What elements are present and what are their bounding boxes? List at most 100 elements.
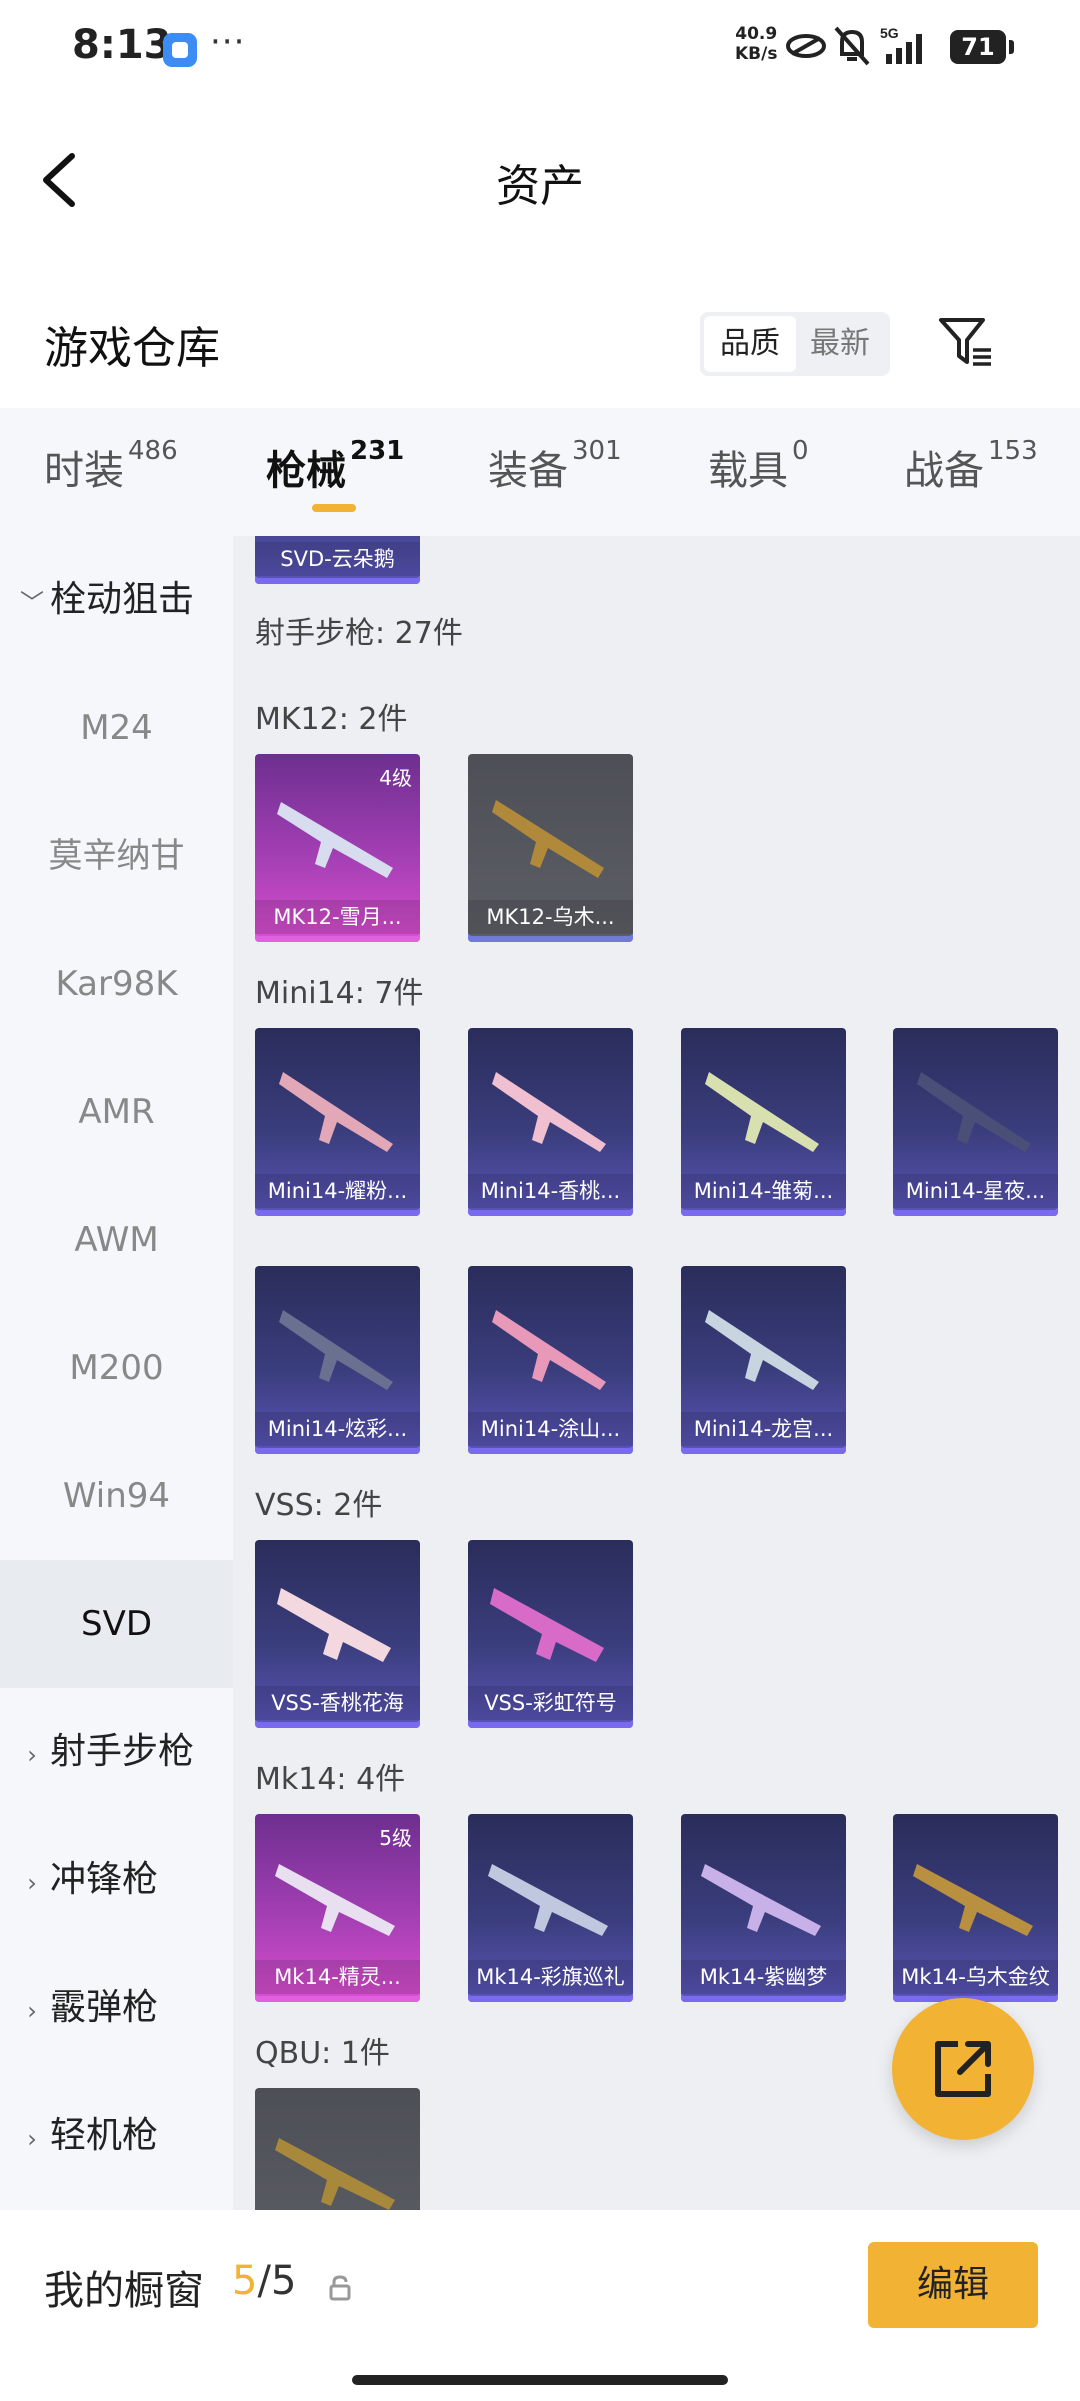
skin-card[interactable] xyxy=(255,2088,420,2210)
rifle-icon xyxy=(913,1864,1033,1936)
rifle-icon xyxy=(492,800,604,878)
skin-card[interactable]: Mk14-紫幽梦 xyxy=(681,1814,846,2002)
skin-card[interactable]: Mini14-龙宫... xyxy=(681,1266,846,1454)
skin-name: Mk14-彩旗巡礼 xyxy=(468,1960,633,1994)
sidebar-group-lmg[interactable]: › 轻机枪 xyxy=(0,2072,233,2200)
active-tab-indicator xyxy=(312,504,356,512)
skin-name: Mini14-涂山... xyxy=(468,1412,633,1446)
sidebar-item-amr[interactable]: AMR xyxy=(0,1048,233,1176)
battery-icon: 71 xyxy=(950,30,1014,64)
tab-label: 枪械 xyxy=(266,448,346,494)
sidebar-item-win94[interactable]: Win94 xyxy=(0,1432,233,1560)
rifle-icon xyxy=(277,802,393,878)
rifle-icon xyxy=(277,1588,391,1662)
sidebar-item-awm[interactable]: AWM xyxy=(0,1176,233,1304)
sidebar-item-mosin[interactable]: 莫辛纳甘 xyxy=(0,792,233,920)
tab-count: 153 xyxy=(988,436,1038,466)
network-speed-unit: KB/s xyxy=(735,44,778,64)
link-icon xyxy=(786,34,826,58)
skin-card[interactable]: Mini14-星夜... xyxy=(893,1028,1058,1216)
showcase-count-max: 5 xyxy=(270,2258,297,2304)
sidebar-group-dmr[interactable]: › 射手步枪 xyxy=(0,1688,233,1816)
rifle-icon xyxy=(705,1072,819,1152)
skin-name: VSS-香桃花海 xyxy=(255,1686,420,1720)
rifle-icon xyxy=(917,1072,1031,1152)
skin-name: MK12-雪月... xyxy=(255,900,420,934)
showcase-count: 5/5 xyxy=(232,2258,296,2304)
category-tabs: 时装 486 枪械 231 装备 301 载具 0 战备 153 xyxy=(0,408,1080,536)
sidebar-item-m200[interactable]: M200 xyxy=(0,1304,233,1432)
skin-card[interactable]: 4级 MK12-雪月... xyxy=(255,754,420,942)
skin-card[interactable]: VSS-香桃花海 xyxy=(255,1540,420,1728)
skin-card[interactable]: Mini14-雏菊... xyxy=(681,1028,846,1216)
edit-button[interactable]: 编辑 xyxy=(868,2242,1038,2328)
skin-card[interactable]: SVD-云朵鹅 xyxy=(255,536,420,584)
sidebar-item-m24[interactable]: M24 xyxy=(0,664,233,792)
filter-icon[interactable] xyxy=(935,312,995,372)
sidebar-group-label: 轻机枪 xyxy=(50,2115,159,2156)
sort-quality-button[interactable]: 品质 xyxy=(704,316,796,372)
showcase-count-current: 5 xyxy=(232,2258,258,2304)
rifle-icon xyxy=(488,1864,608,1936)
skin-card[interactable]: Mini14-耀粉... xyxy=(255,1028,420,1216)
skin-card[interactable]: Mini14-涂山... xyxy=(468,1266,633,1454)
sidebar-group-label: 冲锋枪 xyxy=(50,1859,159,1900)
skin-name: Mini14-龙宫... xyxy=(681,1412,846,1446)
skin-name: Mk14-紫幽梦 xyxy=(681,1960,846,1994)
skin-card[interactable]: MK12-乌木... xyxy=(468,754,633,942)
mute-bell-icon xyxy=(834,26,870,66)
skin-card[interactable]: Mk14-乌木金纹 xyxy=(893,1814,1058,2002)
showcase-label: 我的橱窗 xyxy=(44,2268,204,2314)
sort-newest-button[interactable]: 最新 xyxy=(794,316,886,372)
skin-name: Mini14-炫彩... xyxy=(255,1412,420,1446)
chevron-right-icon: › xyxy=(27,1741,37,1769)
chevron-right-icon: › xyxy=(27,1997,37,2025)
tab-count: 301 xyxy=(572,436,622,466)
skin-name: Mini14-香桃... xyxy=(468,1174,633,1208)
tab-vehicles[interactable]: 载具 0 xyxy=(708,436,809,496)
sidebar-group-label: 栓动狙击 xyxy=(50,579,195,620)
sidebar-item-svd[interactable]: SVD xyxy=(0,1560,233,1688)
sidebar-item-kar98k[interactable]: Kar98K xyxy=(0,920,233,1048)
skin-card[interactable]: Mini14-炫彩... xyxy=(255,1266,420,1454)
tab-equipment[interactable]: 装备 301 xyxy=(488,436,622,496)
subcategory-header: MK12: 2件 xyxy=(255,702,408,737)
subcategory-header: QBU: 1件 xyxy=(255,2036,390,2071)
tab-count: 0 xyxy=(792,436,809,466)
rifle-icon xyxy=(705,1310,819,1390)
network-speed: 40.9 KB/s xyxy=(735,24,777,64)
tab-label: 装备 xyxy=(488,448,568,494)
tab-count: 231 xyxy=(350,436,405,466)
tab-label: 战备 xyxy=(904,448,984,494)
signal-5g-icon: 5G xyxy=(880,25,922,64)
tab-guns[interactable]: 枪械 231 xyxy=(266,436,405,496)
skin-card[interactable]: 5级 Mk14-精灵... xyxy=(255,1814,420,2002)
tab-battle-gear[interactable]: 战备 153 xyxy=(904,436,1038,496)
subcategory-header: Mk14: 4件 xyxy=(255,1762,406,1797)
tab-label: 时装 xyxy=(44,448,124,494)
subcategory-header: Mini14: 7件 xyxy=(255,976,424,1011)
sidebar-group-label: 射手步枪 xyxy=(50,1731,195,1772)
subcategory-header: VSS: 2件 xyxy=(255,1488,383,1523)
skin-card[interactable]: Mini14-香桃... xyxy=(468,1028,633,1216)
sidebar-group-bolt-sniper[interactable]: ﹀ 栓动狙击 xyxy=(0,536,233,664)
skin-card[interactable]: Mk14-彩旗巡礼 xyxy=(468,1814,633,2002)
skin-name: Mk14-乌木金纹 xyxy=(893,1960,1058,1994)
item-grid: SVD-云朵鹅 射手步枪: 27件 MK12: 2件 4级 MK12-雪月...… xyxy=(233,536,1080,2210)
rifle-icon xyxy=(275,2138,395,2210)
home-indicator[interactable] xyxy=(352,2375,728,2385)
skin-name: VSS-彩虹符号 xyxy=(468,1686,633,1720)
rifle-icon xyxy=(275,1864,395,1936)
skin-card[interactable]: VSS-彩虹符号 xyxy=(468,1540,633,1728)
status-bar: 8:13 ··· 40.9 KB/s 5G 71 xyxy=(0,0,1080,96)
tab-count: 486 xyxy=(128,436,178,466)
sidebar-group-smg[interactable]: › 冲锋枪 xyxy=(0,1816,233,1944)
chevron-down-icon: ﹀ xyxy=(20,589,44,617)
share-fab-button[interactable] xyxy=(892,1998,1034,2140)
rifle-icon xyxy=(490,1588,604,1662)
skin-name: Mk14-精灵... xyxy=(255,1960,420,1994)
sidebar-group-shotgun[interactable]: › 霰弹枪 xyxy=(0,1944,233,2072)
page-title: 资产 xyxy=(496,161,584,212)
showcase-count-separator: / xyxy=(257,2258,271,2304)
tab-fashion[interactable]: 时装 486 xyxy=(44,436,178,496)
